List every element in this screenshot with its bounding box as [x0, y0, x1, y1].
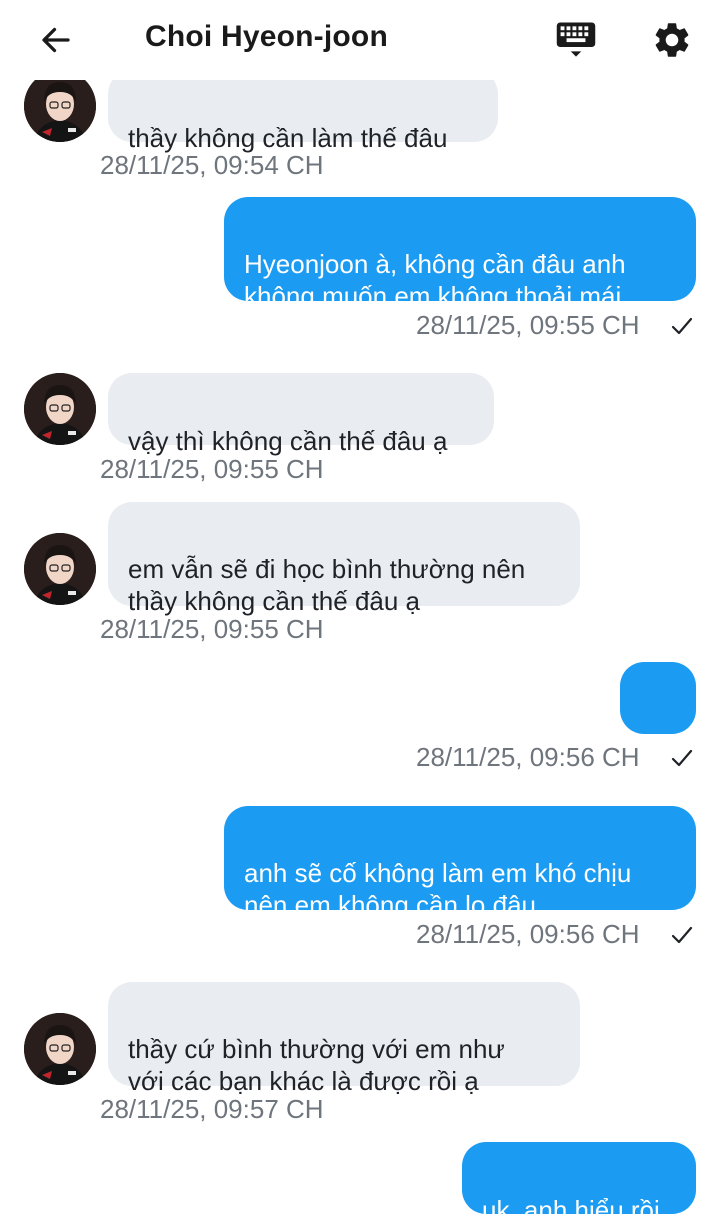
avatar[interactable] [24, 373, 96, 445]
message-timestamp: 28/11/25, 09:56 CH [416, 742, 640, 772]
checkmark-icon [671, 749, 693, 767]
message-text: uk, anh hiểu rồi [482, 1195, 660, 1225]
message-text: em vẫn sẽ đi học bình thường nên thầy kh… [128, 554, 526, 616]
page-title: Choi Hyeon-joon [145, 20, 388, 53]
checkmark-icon [671, 317, 693, 335]
message-bubble[interactable]: anh sẽ cố không làm em khó chịu nên em k… [224, 806, 696, 920]
message-timestamp: 28/11/25, 09:55 CH [100, 454, 324, 484]
message-list[interactable]: thầy không cần làm thế đâu 28/11/25, 09:… [0, 0, 720, 1227]
message-bubble[interactable]: Hyeonjoon à, không cần đâu anh không muố… [224, 197, 696, 311]
chat-header: Choi Hyeon-joon [0, 0, 720, 80]
avatar[interactable] [24, 533, 96, 605]
message-timestamp: 28/11/25, 09:55 CH [416, 310, 640, 340]
message-bubble[interactable]: .... [620, 662, 696, 742]
keyboard-icon [556, 22, 596, 57]
message-text: anh sẽ cố không làm em khó chịu nên em k… [244, 858, 632, 920]
chat-screen: thầy không cần làm thế đâu 28/11/25, 09:… [0, 0, 720, 1227]
checkmark-icon [671, 926, 693, 944]
gear-icon [655, 23, 689, 57]
message-text: Hyeonjoon à, không cần đâu anh không muố… [244, 249, 626, 311]
keyboard-button[interactable] [552, 14, 600, 66]
back-button[interactable] [34, 18, 78, 62]
message-text: .... [645, 717, 671, 742]
message-text: vậy thì không cần thế đâu ạ [128, 426, 448, 456]
message-bubble[interactable]: thầy không cần làm thế đâu [108, 70, 498, 153]
message-bubble[interactable]: thầy cứ bình thường với em như với các b… [108, 982, 580, 1096]
message-timestamp: 28/11/25, 09:54 CH [100, 150, 324, 180]
message-text: thầy cứ bình thường với em như với các b… [128, 1034, 505, 1096]
message-bubble[interactable]: vậy thì không cần thế đâu ạ [108, 373, 494, 456]
avatar[interactable] [24, 1013, 96, 1085]
settings-button[interactable] [648, 16, 696, 64]
message-bubble[interactable]: uk, anh hiểu rồi [462, 1142, 696, 1225]
message-bubble[interactable]: em vẫn sẽ đi học bình thường nên thầy kh… [108, 502, 580, 616]
avatar[interactable] [24, 70, 96, 142]
message-timestamp: 28/11/25, 09:57 CH [100, 1094, 324, 1124]
arrow-left-icon [42, 27, 70, 53]
message-timestamp: 28/11/25, 09:55 CH [100, 614, 324, 644]
message-timestamp: 28/11/25, 09:56 CH [416, 919, 640, 949]
